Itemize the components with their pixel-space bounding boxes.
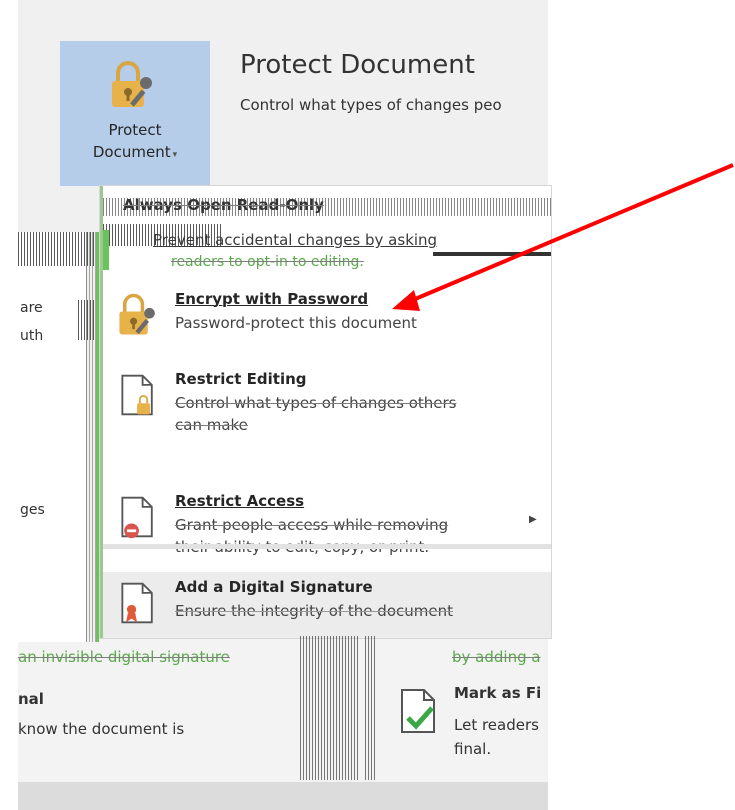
divider xyxy=(103,544,551,549)
section-title: Protect Document xyxy=(240,50,475,80)
mark-as-final-desc2: final. xyxy=(454,740,492,758)
submenu-arrow-icon: ▶ xyxy=(529,514,537,525)
menu-item-desc: Grant people access while removing xyxy=(175,516,449,534)
mark-as-final-desc: Let readers xyxy=(454,716,539,734)
glitch-stripe xyxy=(86,232,96,642)
chevron-down-icon: ▾ xyxy=(172,150,178,160)
left-fragment-2: uth xyxy=(20,328,44,344)
menu-item-restrict-access[interactable]: Restrict Access Grant people access whil… xyxy=(103,486,551,570)
menu-item-desc: Ensure the integrity of the document xyxy=(175,602,453,620)
menu-item-desc2: can make xyxy=(175,416,248,434)
menu-item-title: Restrict Editing xyxy=(175,370,307,388)
fragment-invisible-signature: an invisible digital signature xyxy=(18,648,230,666)
menu-item-restrict-editing[interactable]: Restrict Editing Control what types of c… xyxy=(103,364,551,444)
menu-item-add-digital-signature[interactable]: Add a Digital Signature Ensure the integ… xyxy=(103,572,551,638)
menu-item-encrypt-with-password[interactable]: Encrypt with Password Password-protect t… xyxy=(103,284,551,354)
protect-button-label-line2-text: Document xyxy=(92,143,171,161)
protect-document-menu: Always Open Read-Only Prevent accidental… xyxy=(100,186,551,638)
glitch-stripe xyxy=(103,230,109,270)
left-fragment-1: are xyxy=(20,300,43,316)
menu-item-title: Always Open Read-Only xyxy=(123,196,324,214)
glitch-stripe xyxy=(433,252,551,256)
mark-as-final-title[interactable]: Mark as Fi xyxy=(454,684,548,702)
protect-document-button[interactable]: Protect Document ▾ xyxy=(60,41,210,186)
lock-key-icon xyxy=(112,61,152,107)
left-content-panel: are uth ges xyxy=(18,232,87,642)
left-fragment-3: ges xyxy=(20,502,45,518)
glitch-stripe xyxy=(365,636,377,780)
protect-button-label-line2: Document ▾ xyxy=(60,143,210,161)
protect-button-label-line1: Protect xyxy=(108,121,162,139)
menu-item-desc: Password-protect this document xyxy=(175,314,417,332)
section-description: Control what types of changes peo xyxy=(240,96,502,114)
glitch-stripe xyxy=(96,232,99,642)
word-backstage-window: Protect Document ▾ Protect Document Contr… xyxy=(0,0,735,810)
document-block-icon xyxy=(121,496,153,539)
fragment-know-document: know the document is xyxy=(18,720,185,738)
glitch-stripe xyxy=(300,636,360,780)
fragment-by-adding: by adding a xyxy=(452,648,541,666)
document-lock-icon xyxy=(121,374,153,416)
fragment-final-left: nal xyxy=(18,690,44,708)
menu-item-desc: Prevent accidental changes by asking xyxy=(153,231,438,249)
menu-item-desc2: readers to opt-in to editing. xyxy=(171,254,364,270)
menu-item-title: Encrypt with Password xyxy=(175,290,369,308)
menu-item-title: Add a Digital Signature xyxy=(175,578,373,596)
bottom-bar xyxy=(18,782,548,810)
lock-key-icon xyxy=(119,293,155,335)
document-checkmark-icon xyxy=(401,689,435,733)
menu-item-desc: Control what types of changes others xyxy=(175,394,457,412)
menu-item-title: Restrict Access xyxy=(175,492,305,510)
menu-item-always-open-read-only[interactable]: Always Open Read-Only Prevent accidental… xyxy=(103,186,551,271)
document-ribbon-icon xyxy=(121,582,153,624)
